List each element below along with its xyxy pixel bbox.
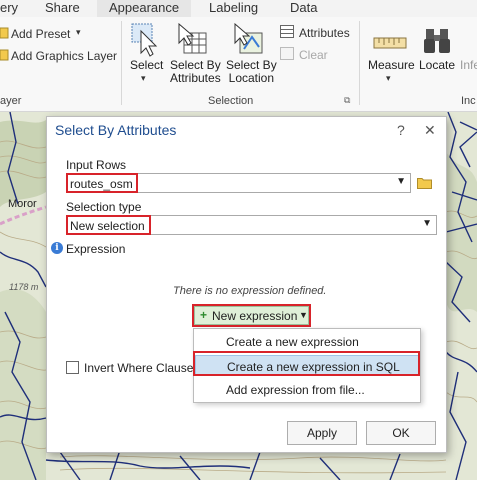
input-rows-highlight <box>66 173 138 193</box>
info-icon: i <box>51 242 63 254</box>
menu-item-create-new-expression[interactable]: Create a new expression <box>195 331 419 352</box>
select-by-location-icon <box>234 23 263 54</box>
ok-button[interactable]: OK <box>366 421 436 445</box>
chevron-down-icon: ▼ <box>422 218 432 229</box>
menu-item-add-expression-from-file[interactable]: Add expression from file... <box>195 379 419 400</box>
select-by-attributes-icon <box>178 23 207 54</box>
sql-menu-item-highlight <box>193 351 420 376</box>
new-expression-highlight <box>192 304 311 327</box>
chevron-down-icon: ▼ <box>396 176 406 187</box>
apply-button[interactable]: Apply <box>287 421 357 445</box>
add-graphics-layer-button[interactable]: Add Graphics Layer <box>11 49 117 63</box>
selection-group-label: Selection <box>208 95 254 107</box>
infer-button[interactable]: Infe <box>460 59 477 72</box>
inquiry-group-label: Inc <box>461 95 476 107</box>
add-preset-icon <box>0 27 9 39</box>
dialog-title: Select By Attributes <box>55 122 177 138</box>
clear-selection-icon <box>280 47 294 60</box>
tab-data[interactable]: Data <box>290 0 317 17</box>
menu-item-label: Add expression from file... <box>226 383 365 397</box>
select-by-location-button[interactable]: Select By Location <box>226 59 277 85</box>
expression-label: Expression <box>66 242 126 256</box>
locate-binoculars-icon <box>424 29 450 53</box>
ribbon-separator <box>121 21 122 105</box>
add-preset-button[interactable]: Add Preset <box>11 27 70 41</box>
tab-labeling[interactable]: Labeling <box>209 0 258 17</box>
invert-where-clause-checkbox[interactable] <box>66 361 79 374</box>
map-elevation-label: 1178 m <box>9 282 39 292</box>
close-icon[interactable]: ✕ <box>424 122 436 139</box>
select-button[interactable]: Select <box>130 59 163 72</box>
browse-folder-icon[interactable] <box>417 176 433 189</box>
input-rows-label: Input Rows <box>66 158 127 172</box>
invert-where-clause-label: Invert Where Clause <box>84 361 194 375</box>
add-preset-dropdown-icon[interactable]: ▾ <box>76 27 81 38</box>
tab-query[interactable]: ery <box>0 0 18 17</box>
measure-button[interactable]: Measure <box>368 59 415 72</box>
graphics-layer-icon <box>0 49 9 61</box>
ribbon-separator <box>359 21 360 105</box>
selection-dialog-launcher-icon[interactable]: ⧉ <box>344 95 350 106</box>
select-by-attributes-label-line2: Attributes <box>170 71 221 85</box>
no-expression-text: There is no expression defined. <box>173 285 327 297</box>
map-place-label: Moror <box>8 198 37 210</box>
selection-type-label: Selection type <box>66 200 142 214</box>
menu-item-label: Create a new expression <box>226 335 359 349</box>
select-by-attributes-button[interactable]: Select By Attributes <box>170 59 221 85</box>
tab-appearance[interactable]: Appearance <box>97 0 192 17</box>
select-by-location-label-line2: Location <box>228 71 275 85</box>
measure-dropdown-icon[interactable]: ▾ <box>386 73 391 84</box>
select-cursor-icon <box>131 23 158 57</box>
dialog-titlebar[interactable]: Select By Attributes ? ✕ <box>47 117 446 144</box>
clear-button[interactable]: Clear <box>299 48 328 62</box>
attributes-table-icon <box>280 25 294 38</box>
ribbon-tab-bar: ery Share Appearance Labeling Data <box>0 0 477 17</box>
measure-ruler-icon <box>373 37 407 49</box>
tab-share[interactable]: Share <box>45 0 80 17</box>
ribbon: Add Preset ▾ Add Graphics Layer ayer Sel… <box>0 17 477 112</box>
locate-button[interactable]: Locate <box>419 59 455 72</box>
selection-type-highlight <box>66 215 151 235</box>
help-button[interactable]: ? <box>397 122 405 138</box>
select-dropdown-icon[interactable]: ▾ <box>141 73 146 84</box>
layer-group-label: ayer <box>0 95 22 107</box>
attributes-button[interactable]: Attributes <box>299 26 350 40</box>
